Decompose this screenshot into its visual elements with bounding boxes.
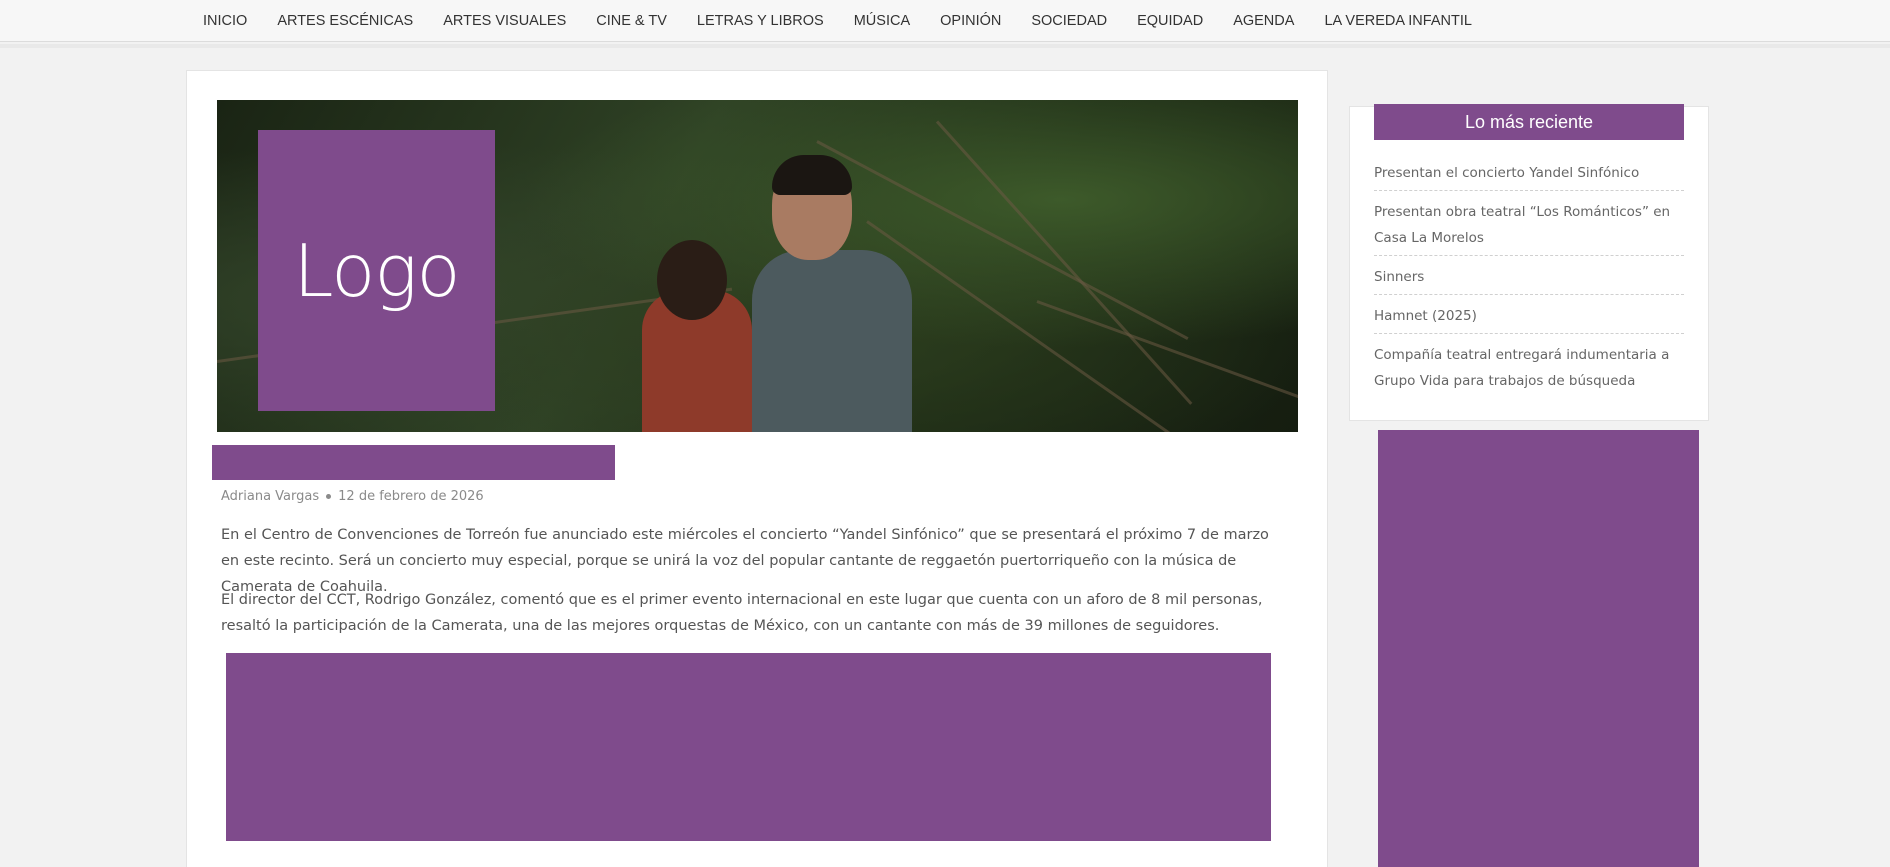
article-paragraph: El director del CCT, Rodrigo González, c… xyxy=(221,592,1263,634)
publish-date: 12 de febrero de 2026 xyxy=(338,489,484,504)
recent-post-link[interactable]: Presentan obra teatral “Los Románticos” … xyxy=(1374,199,1684,256)
nav-item-la-vereda-infantil[interactable]: LA VEREDA INFANTIL xyxy=(1324,13,1471,29)
author-link[interactable]: Adriana Vargas xyxy=(221,489,319,504)
nav-item-artes-escenicas[interactable]: ARTES ESCÉNICAS xyxy=(277,13,413,29)
figure-man-hair xyxy=(772,155,852,195)
nav-divider xyxy=(0,44,1890,48)
inline-ad-banner[interactable] xyxy=(226,653,1271,841)
nav-item-equidad[interactable]: EQUIDAD xyxy=(1137,13,1203,29)
nav-item-opinion[interactable]: OPINIÓN xyxy=(940,13,1001,29)
article-title-block xyxy=(212,445,615,480)
recent-post-link[interactable]: Hamnet (2025) xyxy=(1374,303,1684,334)
nav-item-sociedad[interactable]: SOCIEDAD xyxy=(1031,13,1107,29)
meta-separator xyxy=(326,494,332,499)
sidebar-ad-banner[interactable] xyxy=(1378,430,1699,867)
nav-item-inicio[interactable]: INICIO xyxy=(203,13,247,29)
nav-item-agenda[interactable]: AGENDA xyxy=(1233,13,1294,29)
nav-item-artes-visuales[interactable]: ARTES VISUALES xyxy=(443,13,566,29)
recent-post-link[interactable]: Presentan el concierto Yandel Sinfónico xyxy=(1374,160,1684,191)
recent-posts-list: Presentan el concierto Yandel Sinfónico … xyxy=(1374,160,1684,406)
nav-item-letras-y-libros[interactable]: LETRAS Y LIBROS xyxy=(697,13,824,29)
nav-item-musica[interactable]: MÚSICA xyxy=(854,13,910,29)
logo-text: Logo xyxy=(293,228,460,313)
figure-woman-head xyxy=(657,240,727,320)
nav-menu: INICIO ARTES ESCÉNICAS ARTES VISUALES CI… xyxy=(188,0,1487,42)
site-logo[interactable]: Logo xyxy=(258,130,495,411)
recent-post-link[interactable]: Compañía teatral entregará indumentaria … xyxy=(1374,342,1684,398)
recent-post-link[interactable]: Sinners xyxy=(1374,264,1684,295)
top-navigation: INICIO ARTES ESCÉNICAS ARTES VISUALES CI… xyxy=(0,0,1890,42)
nav-item-cine-tv[interactable]: CINE & TV xyxy=(596,13,667,29)
figure-man xyxy=(752,250,912,432)
widget-title: Lo más reciente xyxy=(1374,104,1684,140)
article-meta: Adriana Vargas 12 de febrero de 2026 xyxy=(221,489,484,504)
